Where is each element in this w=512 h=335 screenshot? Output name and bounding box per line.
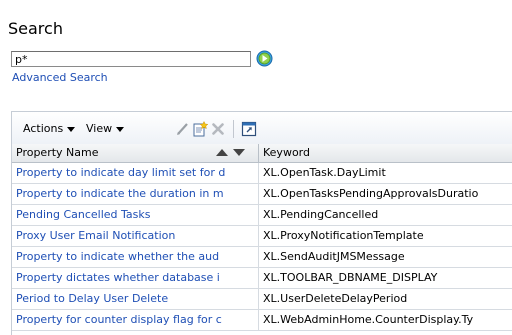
search-input[interactable]: [11, 51, 251, 67]
actions-menu[interactable]: Actions: [23, 121, 76, 137]
view-menu[interactable]: View: [86, 121, 125, 137]
go-arrow-icon[interactable]: [256, 50, 273, 67]
results-toolbar: Actions View: [12, 112, 512, 145]
detach-icon[interactable]: [241, 121, 257, 137]
table-row[interactable]: Property for counter display flag for c …: [12, 310, 512, 331]
property-name-cell[interactable]: Property dictates whether database i: [12, 268, 259, 288]
property-name-cell[interactable]: Property for counter display flag for c: [12, 310, 259, 330]
keyword-cell: XL.UserDeleteDelayPeriod: [263, 292, 408, 305]
search-title: Search: [8, 19, 63, 38]
sort-descending-icon[interactable]: [233, 149, 245, 156]
table-row[interactable]: Pending Cancelled Tasks XL.PendingCancel…: [12, 205, 512, 226]
table-row[interactable]: Property dictates whether database i XL.…: [12, 268, 512, 289]
property-name-cell[interactable]: Property to indicate whether the aud: [12, 247, 259, 267]
edit-pencil-icon[interactable]: [175, 121, 191, 137]
keyword-cell: XL.ProxyNotificationTemplate: [263, 229, 424, 242]
table-row[interactable]: Property to indicate whether the aud XL.…: [12, 247, 512, 268]
table-header: Property Name Keyword: [12, 144, 512, 163]
keyword-cell: XL.TOOLBAR_DBNAME_DISPLAY: [263, 271, 438, 284]
advanced-search-link[interactable]: Advanced Search: [12, 71, 108, 85]
property-name-cell[interactable]: Period to Delay User Delete: [12, 289, 259, 309]
delete-x-icon[interactable]: [210, 121, 226, 137]
property-name-cell[interactable]: Pending Cancelled Tasks: [12, 205, 259, 225]
results-panel: Actions View Property Name Keyword Prope…: [11, 111, 512, 335]
column-header-label: Property Name: [16, 146, 99, 159]
actions-menu-label: Actions: [23, 122, 64, 135]
keyword-cell: XL.OpenTask.DayLimit: [263, 166, 386, 179]
column-header-keyword[interactable]: Keyword: [259, 144, 512, 162]
table-row[interactable]: Proxy User Email Notification XL.ProxyNo…: [12, 226, 512, 247]
keyword-cell: XL.SendAuditJMSMessage: [263, 250, 405, 263]
keyword-cell: XL.WebAdminHome.CounterDisplay.Ty: [263, 313, 474, 326]
property-name-cell[interactable]: Property to indicate day limit set for d: [12, 163, 259, 183]
keyword-cell: XL.PendingCancelled: [263, 208, 379, 221]
property-name-cell[interactable]: Property to indicate the duration in m: [12, 184, 259, 204]
sort-ascending-icon[interactable]: [216, 149, 228, 156]
toolbar-divider: [233, 120, 234, 138]
results-table-body: Property to indicate day limit set for d…: [12, 163, 512, 331]
create-new-icon[interactable]: [192, 120, 209, 137]
column-header-label: Keyword: [263, 146, 310, 159]
chevron-down-icon: [116, 126, 125, 132]
view-menu-label: View: [86, 122, 113, 135]
chevron-down-icon: [67, 126, 76, 132]
keyword-cell: XL.OpenTasksPendingApprovalsDuratio: [263, 187, 479, 200]
property-name-cell[interactable]: Proxy User Email Notification: [12, 226, 259, 246]
table-row[interactable]: Property to indicate the duration in m X…: [12, 184, 512, 205]
table-row[interactable]: Property to indicate day limit set for d…: [12, 163, 512, 184]
table-row[interactable]: Period to Delay User Delete XL.UserDelet…: [12, 289, 512, 310]
